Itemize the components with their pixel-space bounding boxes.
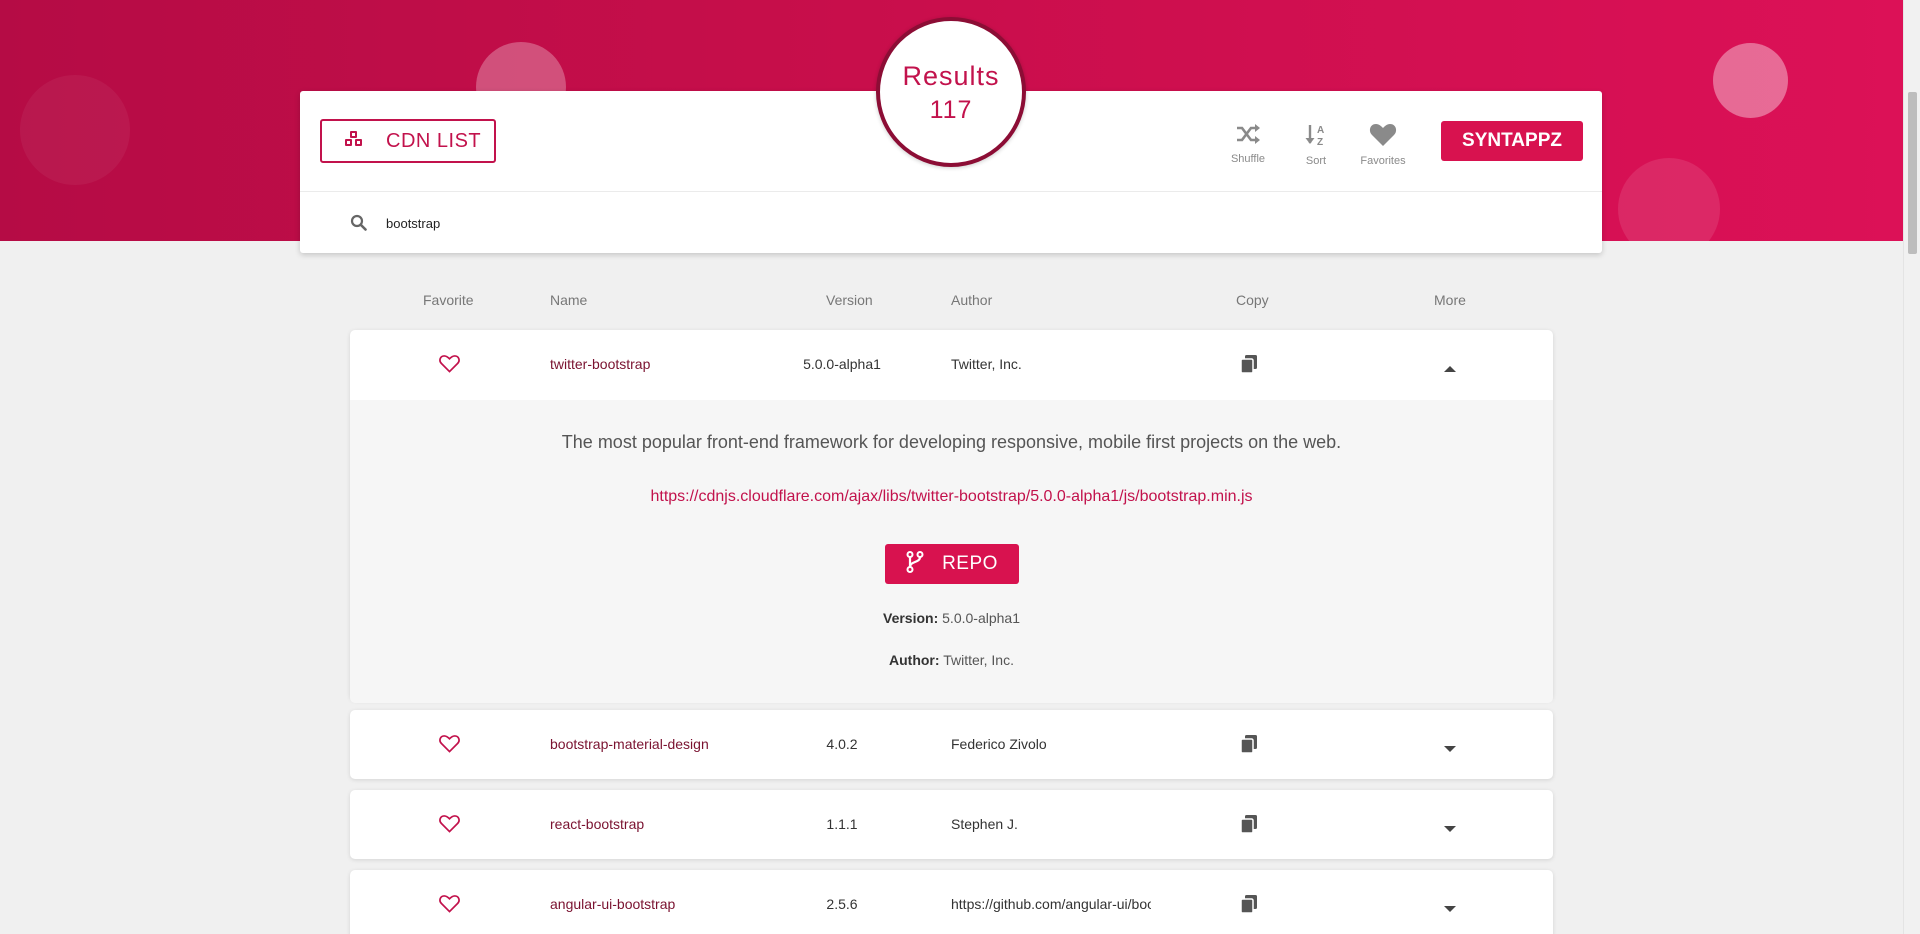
- copy-icon[interactable]: [1240, 354, 1258, 377]
- column-author: Author: [951, 292, 993, 308]
- svg-text:A: A: [1317, 125, 1324, 136]
- copy-icon[interactable]: [1240, 734, 1258, 757]
- favorites-label: Favorites: [1360, 155, 1406, 167]
- package-name-link[interactable]: angular-ui-bootstrap: [550, 896, 675, 912]
- column-favorite: Favorite: [423, 292, 474, 308]
- repo-label: REPO: [942, 553, 998, 574]
- column-version: Version: [826, 292, 873, 308]
- detail-author: Author: Twitter, Inc.: [350, 652, 1553, 668]
- search-input[interactable]: [386, 210, 886, 236]
- heart-outline-icon[interactable]: [439, 355, 460, 376]
- package-name-link[interactable]: twitter-bootstrap: [550, 356, 650, 372]
- shuffle-icon: [1235, 123, 1261, 150]
- heart-outline-icon[interactable]: [439, 895, 460, 916]
- version-value: 5.0.0-alpha1: [942, 610, 1020, 626]
- favorites-button[interactable]: Favorites: [1358, 123, 1408, 167]
- copy-icon[interactable]: [1240, 894, 1258, 917]
- page-scrollbar[interactable]: [1903, 0, 1920, 934]
- cdn-list-label: CDN LIST: [386, 129, 482, 152]
- copy-icon[interactable]: [1240, 814, 1258, 837]
- package-name-link[interactable]: bootstrap-material-design: [550, 736, 709, 752]
- caret-down-icon[interactable]: [1444, 900, 1456, 916]
- code-branch-icon: [906, 550, 924, 578]
- decor-bubble: [20, 75, 130, 185]
- package-author: Federico Zivolo: [951, 736, 1047, 752]
- sort-label: Sort: [1305, 155, 1327, 167]
- package-author: Stephen J.: [951, 816, 1018, 832]
- heart-outline-icon[interactable]: [439, 735, 460, 756]
- table-row: angular-ui-bootstrap 2.5.6 https://githu…: [350, 870, 1553, 934]
- sort-alpha-icon: A Z: [1304, 123, 1328, 152]
- heart-icon: [1369, 123, 1397, 152]
- package-description: The most popular front-end framework for…: [561, 432, 1342, 452]
- detail-version: Version: 5.0.0-alpha1: [350, 610, 1553, 626]
- search-bar: [300, 192, 1602, 253]
- column-more: More: [1434, 292, 1466, 308]
- caret-up-icon[interactable]: [1444, 360, 1456, 376]
- caret-down-icon[interactable]: [1444, 740, 1456, 756]
- cdn-url-link[interactable]: https://cdnjs.cloudflare.com/ajax/libs/t…: [350, 488, 1553, 506]
- package-details: The most popular front-end framework for…: [350, 400, 1553, 703]
- sort-button[interactable]: A Z Sort: [1302, 123, 1330, 167]
- author-value: Twitter, Inc.: [943, 652, 1014, 668]
- decor-bubble: [1713, 43, 1788, 118]
- results-counter: Results 117: [876, 17, 1026, 167]
- package-version: 1.1.1: [826, 816, 858, 832]
- results-label: Results: [902, 61, 1000, 91]
- caret-down-icon[interactable]: [1444, 820, 1456, 836]
- package-version: 5.0.0-alpha1: [803, 356, 881, 372]
- author-key: Author:: [889, 652, 940, 668]
- cubes-icon: [344, 130, 364, 153]
- decor-bubble: [1618, 158, 1720, 241]
- results-count: 117: [929, 96, 973, 124]
- syntappz-button[interactable]: SYNTAPPZ: [1441, 121, 1583, 161]
- shuffle-label: Shuffle: [1230, 153, 1266, 165]
- scrollbar-thumb[interactable]: [1908, 92, 1917, 254]
- table-row: twitter-bootstrap 5.0.0-alpha1 Twitter, …: [350, 330, 1553, 703]
- table-header: Favorite Name Version Author Copy More: [0, 292, 1920, 312]
- version-key: Version:: [883, 610, 939, 626]
- package-name-link[interactable]: react-bootstrap: [550, 816, 644, 832]
- package-author: https://github.com/angular-ui/bootstrap: [951, 896, 1151, 912]
- cdn-list-button[interactable]: CDN LIST: [320, 119, 496, 163]
- package-version: 4.0.2: [826, 736, 858, 752]
- shuffle-button[interactable]: Shuffle: [1230, 123, 1266, 165]
- column-copy: Copy: [1236, 292, 1269, 308]
- search-icon: [350, 214, 367, 236]
- column-name: Name: [550, 292, 588, 308]
- table-row: bootstrap-material-design 4.0.2 Federico…: [350, 710, 1553, 779]
- package-version: 2.5.6: [826, 896, 858, 912]
- repo-button[interactable]: REPO: [885, 544, 1019, 584]
- package-author: Twitter, Inc.: [951, 356, 1022, 372]
- table-row: react-bootstrap 1.1.1 Stephen J.: [350, 790, 1553, 859]
- svg-text:Z: Z: [1317, 137, 1323, 147]
- heart-outline-icon[interactable]: [439, 815, 460, 836]
